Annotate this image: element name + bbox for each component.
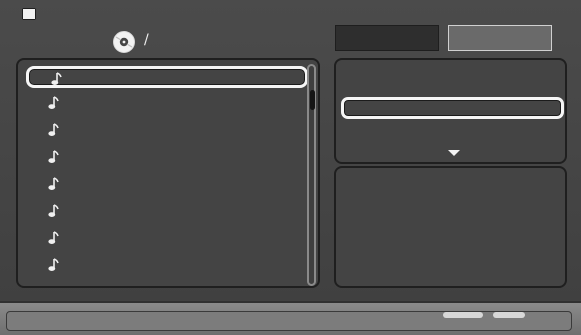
list-item[interactable] [26,255,308,277]
list-item[interactable] [26,93,308,115]
list-item[interactable] [26,201,308,223]
music-note-icon [48,258,59,271]
down-arrow-icon[interactable] [448,150,460,156]
bottom-bar [0,301,581,335]
media-player-screen: / [0,0,581,335]
file-list-panel [16,58,320,288]
file-list-scrollbar[interactable] [307,64,316,286]
music-note-icon [51,72,62,85]
tab-right[interactable] [448,25,552,51]
music-note-icon [48,150,59,163]
options-panel [334,58,567,164]
list-item[interactable] [26,66,308,88]
music-note-icon [48,204,59,217]
list-item[interactable] [26,147,308,169]
tab-left[interactable] [335,25,439,51]
music-note-icon [48,177,59,190]
list-item[interactable] [26,174,308,196]
list-item[interactable] [26,120,308,142]
status-indicator [22,8,36,20]
options-selection[interactable] [341,97,564,119]
bottom-bar-highlight [443,312,483,318]
scroll-thumb[interactable] [310,90,315,110]
list-item[interactable] [26,228,308,250]
info-panel [334,166,567,288]
bottom-bar-highlight [493,312,525,318]
current-path: / [144,32,149,48]
music-note-icon [48,231,59,244]
disc-icon [113,31,135,53]
music-note-icon [48,96,59,109]
music-note-icon [48,123,59,136]
bottom-bar-inner [6,311,572,331]
